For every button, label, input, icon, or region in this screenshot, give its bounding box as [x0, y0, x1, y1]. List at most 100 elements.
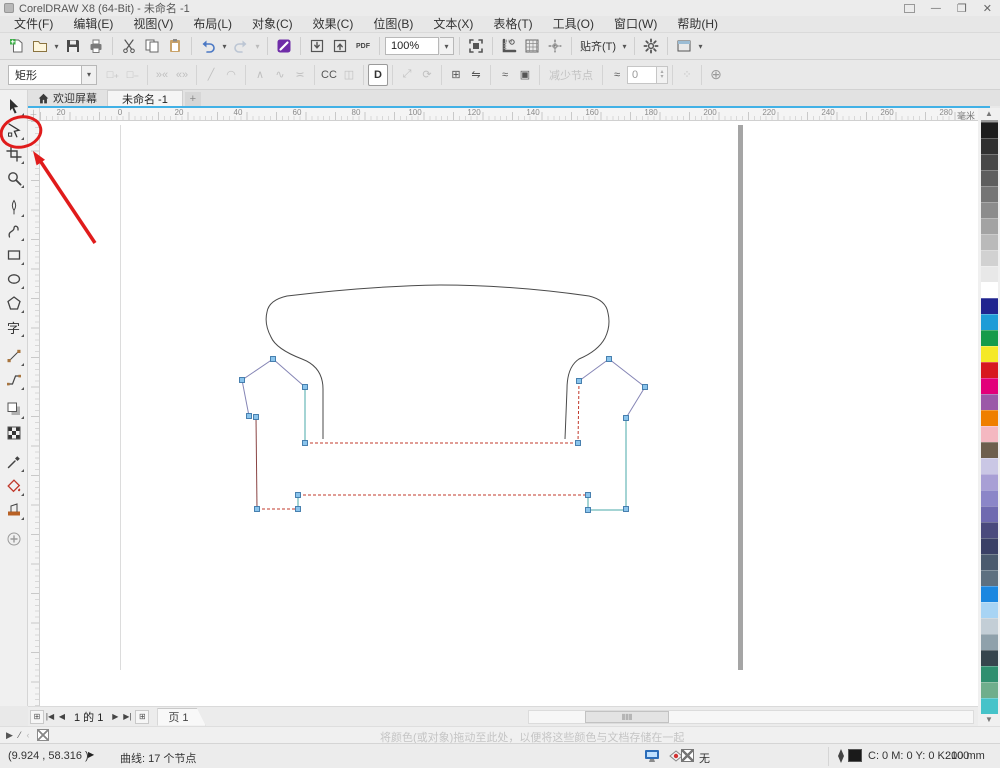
- palette-swatch-30[interactable]: [981, 602, 998, 618]
- palette-swatch-35[interactable]: [981, 682, 998, 698]
- pick-tool[interactable]: [2, 94, 26, 118]
- align-nodes-icon[interactable]: ⊞: [446, 64, 466, 86]
- print-icon[interactable]: [85, 35, 107, 57]
- eyedropper-tool[interactable]: [2, 450, 26, 474]
- palette-swatch-33[interactable]: [981, 650, 998, 666]
- export-icon[interactable]: [329, 35, 351, 57]
- menu-item-11[interactable]: 帮助(H): [667, 16, 728, 33]
- color-proof-icon[interactable]: [644, 748, 660, 767]
- add-page-after-icon[interactable]: ⊞: [135, 710, 149, 724]
- select-all-nodes-icon[interactable]: ▣: [515, 64, 535, 86]
- freehand-tool[interactable]: [2, 195, 26, 219]
- menu-item-8[interactable]: 表格(T): [483, 16, 542, 33]
- copy-icon[interactable]: [141, 35, 163, 57]
- reduce-nodes-button[interactable]: 减少节点: [544, 67, 598, 83]
- transparency-tool[interactable]: [2, 421, 26, 445]
- sofa-segment-3[interactable]: [609, 359, 645, 418]
- smart-fill-tool[interactable]: [2, 498, 26, 522]
- open-dropdown-icon[interactable]: ▾: [52, 35, 61, 57]
- menu-item-7[interactable]: 文本(X): [423, 16, 483, 33]
- curve-node-16[interactable]: [624, 507, 629, 512]
- palette-swatch-14[interactable]: [981, 346, 998, 362]
- cut-icon[interactable]: [118, 35, 140, 57]
- show-guidelines-icon[interactable]: [544, 35, 566, 57]
- close-curve-icon[interactable]: D: [368, 64, 388, 86]
- dimension-tool[interactable]: [2, 344, 26, 368]
- fullscreen-preview-icon[interactable]: [465, 35, 487, 57]
- palette-swatch-18[interactable]: [981, 410, 998, 426]
- page-tab[interactable]: 页 1: [157, 708, 205, 726]
- menu-item-9[interactable]: 工具(O): [543, 16, 604, 33]
- artistic-media-tool[interactable]: [2, 219, 26, 243]
- convert-to-line-icon[interactable]: ╱: [201, 64, 221, 86]
- application-launcher-icon[interactable]: [673, 35, 695, 57]
- palette-swatch-3[interactable]: [981, 170, 998, 186]
- docpal-no-color-swatch[interactable]: [37, 729, 49, 741]
- palette-swatch-36[interactable]: [981, 698, 998, 714]
- palette-swatch-8[interactable]: [981, 250, 998, 266]
- palette-swatch-20[interactable]: [981, 442, 998, 458]
- palette-swatch-26[interactable]: [981, 538, 998, 554]
- curve-node-15[interactable]: [586, 508, 591, 513]
- drawing-canvas[interactable]: [40, 121, 978, 706]
- undo-icon[interactable]: [197, 35, 219, 57]
- menu-item-3[interactable]: 布局(L): [183, 16, 242, 33]
- add-page-before-icon[interactable]: ⊞: [30, 710, 44, 724]
- ruler-origin-corner[interactable]: ┼: [28, 108, 40, 121]
- text-tool[interactable]: 字: [2, 315, 26, 339]
- smooth-node-icon[interactable]: ∿: [270, 64, 290, 86]
- palette-swatch-29[interactable]: [981, 586, 998, 602]
- palette-swatch-2[interactable]: [981, 154, 998, 170]
- save-icon[interactable]: [62, 35, 84, 57]
- publish-pdf-icon[interactable]: PDF: [352, 35, 374, 57]
- menu-item-2[interactable]: 视图(V): [123, 16, 183, 33]
- import-icon[interactable]: [306, 35, 328, 57]
- sofa-segment-1[interactable]: [273, 359, 305, 387]
- docpal-scroll-left-icon[interactable]: ‹: [26, 730, 29, 740]
- curve-node-1[interactable]: [240, 378, 245, 383]
- minimize-icon[interactable]: —: [931, 3, 941, 14]
- next-page-icon[interactable]: ▶: [109, 712, 121, 721]
- curve-smoothness-spinner[interactable]: ▴▾: [657, 66, 668, 84]
- statusbar-flyout-icon[interactable]: ▶: [88, 750, 94, 759]
- sofa-segment-4[interactable]: [256, 417, 257, 509]
- options-gear-icon[interactable]: [640, 35, 662, 57]
- palette-swatch-22[interactable]: [981, 474, 998, 490]
- show-grid-icon[interactable]: [521, 35, 543, 57]
- paste-icon[interactable]: [164, 35, 186, 57]
- curve-node-0[interactable]: [271, 357, 276, 362]
- sofa-segment-11[interactable]: [588, 495, 626, 510]
- curve-node-8[interactable]: [607, 357, 612, 362]
- cusp-node-icon[interactable]: ∧: [250, 64, 270, 86]
- add-preset-icon[interactable]: ⊕: [706, 64, 726, 86]
- rectangle-tool[interactable]: [2, 243, 26, 267]
- palette-swatch-28[interactable]: [981, 570, 998, 586]
- restore-icon[interactable]: ❐: [957, 2, 967, 15]
- palette-scroll-up-icon[interactable]: ▲: [985, 108, 993, 120]
- convert-to-curve-icon[interactable]: ◠: [221, 64, 241, 86]
- palette-swatch-34[interactable]: [981, 666, 998, 682]
- horizontal-scrollbar[interactable]: ⦀⦀⦀: [528, 710, 974, 724]
- palette-scroll-down-icon[interactable]: ▼: [985, 714, 993, 726]
- horizontal-scrollbar-thumb[interactable]: ⦀⦀⦀: [585, 711, 669, 723]
- new-document-icon[interactable]: [6, 35, 28, 57]
- sofa-outline[interactable]: [266, 285, 609, 439]
- menu-item-0[interactable]: 文件(F): [4, 16, 63, 33]
- reflect-nodes-h-icon[interactable]: ⇋: [466, 64, 486, 86]
- extend-curve-to-close-icon[interactable]: CC: [319, 64, 339, 86]
- menu-item-10[interactable]: 窗口(W): [604, 16, 667, 33]
- palette-swatch-17[interactable]: [981, 394, 998, 410]
- sofa-segment-0[interactable]: [242, 359, 273, 416]
- symmetrical-node-icon[interactable]: ≍: [290, 64, 310, 86]
- zoom-level-dropdown-icon[interactable]: ▾: [440, 37, 454, 55]
- new-tab-button[interactable]: +: [185, 92, 201, 106]
- undo-dropdown-icon[interactable]: ▾: [220, 35, 229, 57]
- previous-page-icon[interactable]: ◀: [56, 712, 68, 721]
- search-content-icon[interactable]: [273, 35, 295, 57]
- docpal-flyout-icon[interactable]: ▶: [6, 730, 13, 741]
- open-icon[interactable]: [29, 35, 51, 57]
- palette-swatch-12[interactable]: [981, 314, 998, 330]
- add-node-icon[interactable]: □₊: [103, 64, 123, 86]
- curve-node-5[interactable]: [303, 441, 308, 446]
- share-icon[interactable]: [904, 4, 915, 13]
